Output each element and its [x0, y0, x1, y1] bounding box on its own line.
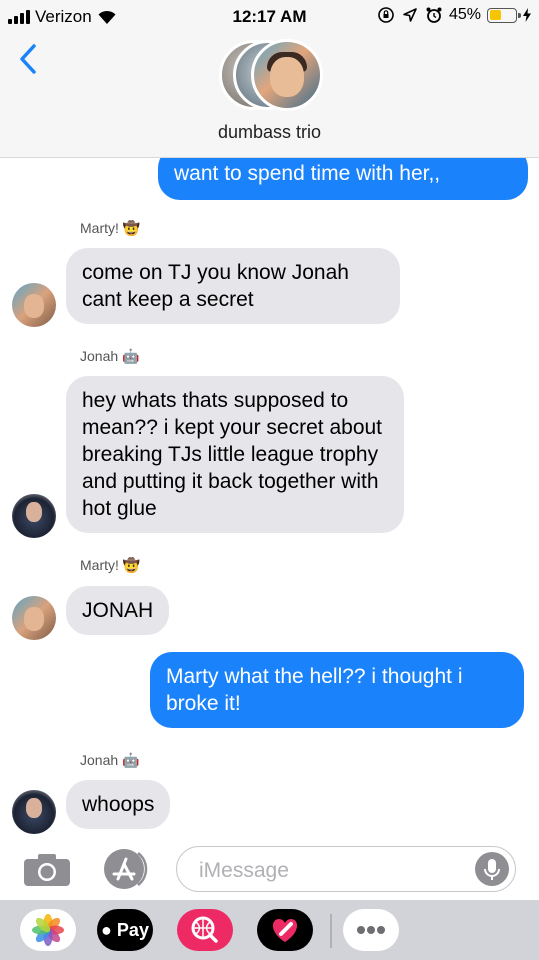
back-button[interactable] — [14, 42, 44, 76]
incoming-message-bubble[interactable]: whoops — [66, 780, 171, 829]
robot-emoji-icon: 🤖 — [122, 348, 140, 364]
cowboy-emoji-icon: 🤠 — [122, 220, 141, 236]
status-bar: Verizon 12:17 AM 45% — [0, 0, 539, 34]
message-text: Marty what the hell?? i thought i broke … — [166, 665, 463, 715]
imessage-input[interactable]: iMessage — [176, 846, 516, 892]
chevron-left-icon — [20, 44, 36, 74]
sender-label: Marty! 🤠 — [80, 557, 141, 573]
compose-bar: iMessage — [0, 838, 539, 900]
message-text: come on TJ you know Jonah cant keep a se… — [82, 261, 349, 311]
outgoing-message-bubble[interactable]: want to spend time with her,, — [158, 158, 528, 200]
digital-touch-button[interactable] — [257, 909, 313, 951]
battery-level — [489, 10, 501, 20]
battery-percent: 45% — [448, 6, 481, 23]
incoming-message-bubble[interactable]: hey whats thats supposed to mean?? i kep… — [66, 376, 404, 533]
drawer-divider — [330, 914, 332, 948]
cowboy-emoji-icon: 🤠 — [122, 557, 141, 573]
apple-pay-label: Pay — [116, 920, 149, 940]
battery-icon — [487, 7, 521, 23]
app-store-icon — [104, 849, 148, 889]
group-name[interactable]: dumbass trio — [0, 122, 539, 143]
incoming-message-bubble[interactable]: JONAH — [66, 586, 170, 635]
photos-icon — [32, 914, 64, 946]
app-drawer: ● Pay — [0, 900, 539, 960]
web-search-icon — [191, 916, 218, 943]
message-thread[interactable]: want to spend time with her,, Marty! 🤠 c… — [0, 158, 539, 838]
camera-icon — [24, 854, 70, 886]
app-store-button[interactable] — [98, 848, 150, 890]
incoming-message-bubble[interactable]: come on TJ you know Jonah cant keep a se… — [66, 248, 400, 324]
sender-label: Jonah 🤖 — [80, 348, 140, 364]
sender-label: Jonah 🤖 — [80, 752, 140, 768]
camera-button[interactable] — [22, 852, 72, 888]
avatar-jonah[interactable] — [12, 494, 56, 538]
avatar-marty[interactable] — [12, 596, 56, 640]
dictation-button[interactable] — [475, 852, 509, 886]
avatar-marty[interactable] — [12, 283, 56, 327]
alarm-icon — [426, 7, 442, 23]
apple-pay-button[interactable]: ● Pay — [97, 909, 153, 951]
microphone-icon — [484, 859, 500, 880]
avatar-jonah[interactable] — [12, 790, 56, 834]
digital-touch-heart-icon — [272, 919, 298, 942]
more-icon — [357, 926, 385, 934]
more-apps-button[interactable] — [343, 909, 399, 951]
charging-bolt-icon — [523, 8, 531, 22]
message-text: hey whats thats supposed to mean?? i kep… — [82, 389, 383, 520]
location-icon — [403, 8, 417, 22]
web-search-app-button[interactable] — [177, 909, 233, 951]
message-text: whoops — [82, 793, 155, 816]
message-text: JONAH — [82, 599, 154, 622]
photos-app-button[interactable] — [20, 909, 76, 951]
group-member-avatar — [251, 39, 323, 111]
apple-pay-icon: ● — [101, 920, 112, 940]
sender-label: Marty! 🤠 — [80, 220, 141, 236]
outgoing-message-bubble[interactable]: Marty what the hell?? i thought i broke … — [150, 652, 524, 728]
group-avatar-stack[interactable] — [219, 39, 323, 112]
input-placeholder: iMessage — [199, 859, 289, 882]
robot-emoji-icon: 🤖 — [122, 752, 140, 768]
rotation-lock-icon — [378, 7, 394, 23]
message-text: want to spend time with her,, — [174, 162, 441, 185]
